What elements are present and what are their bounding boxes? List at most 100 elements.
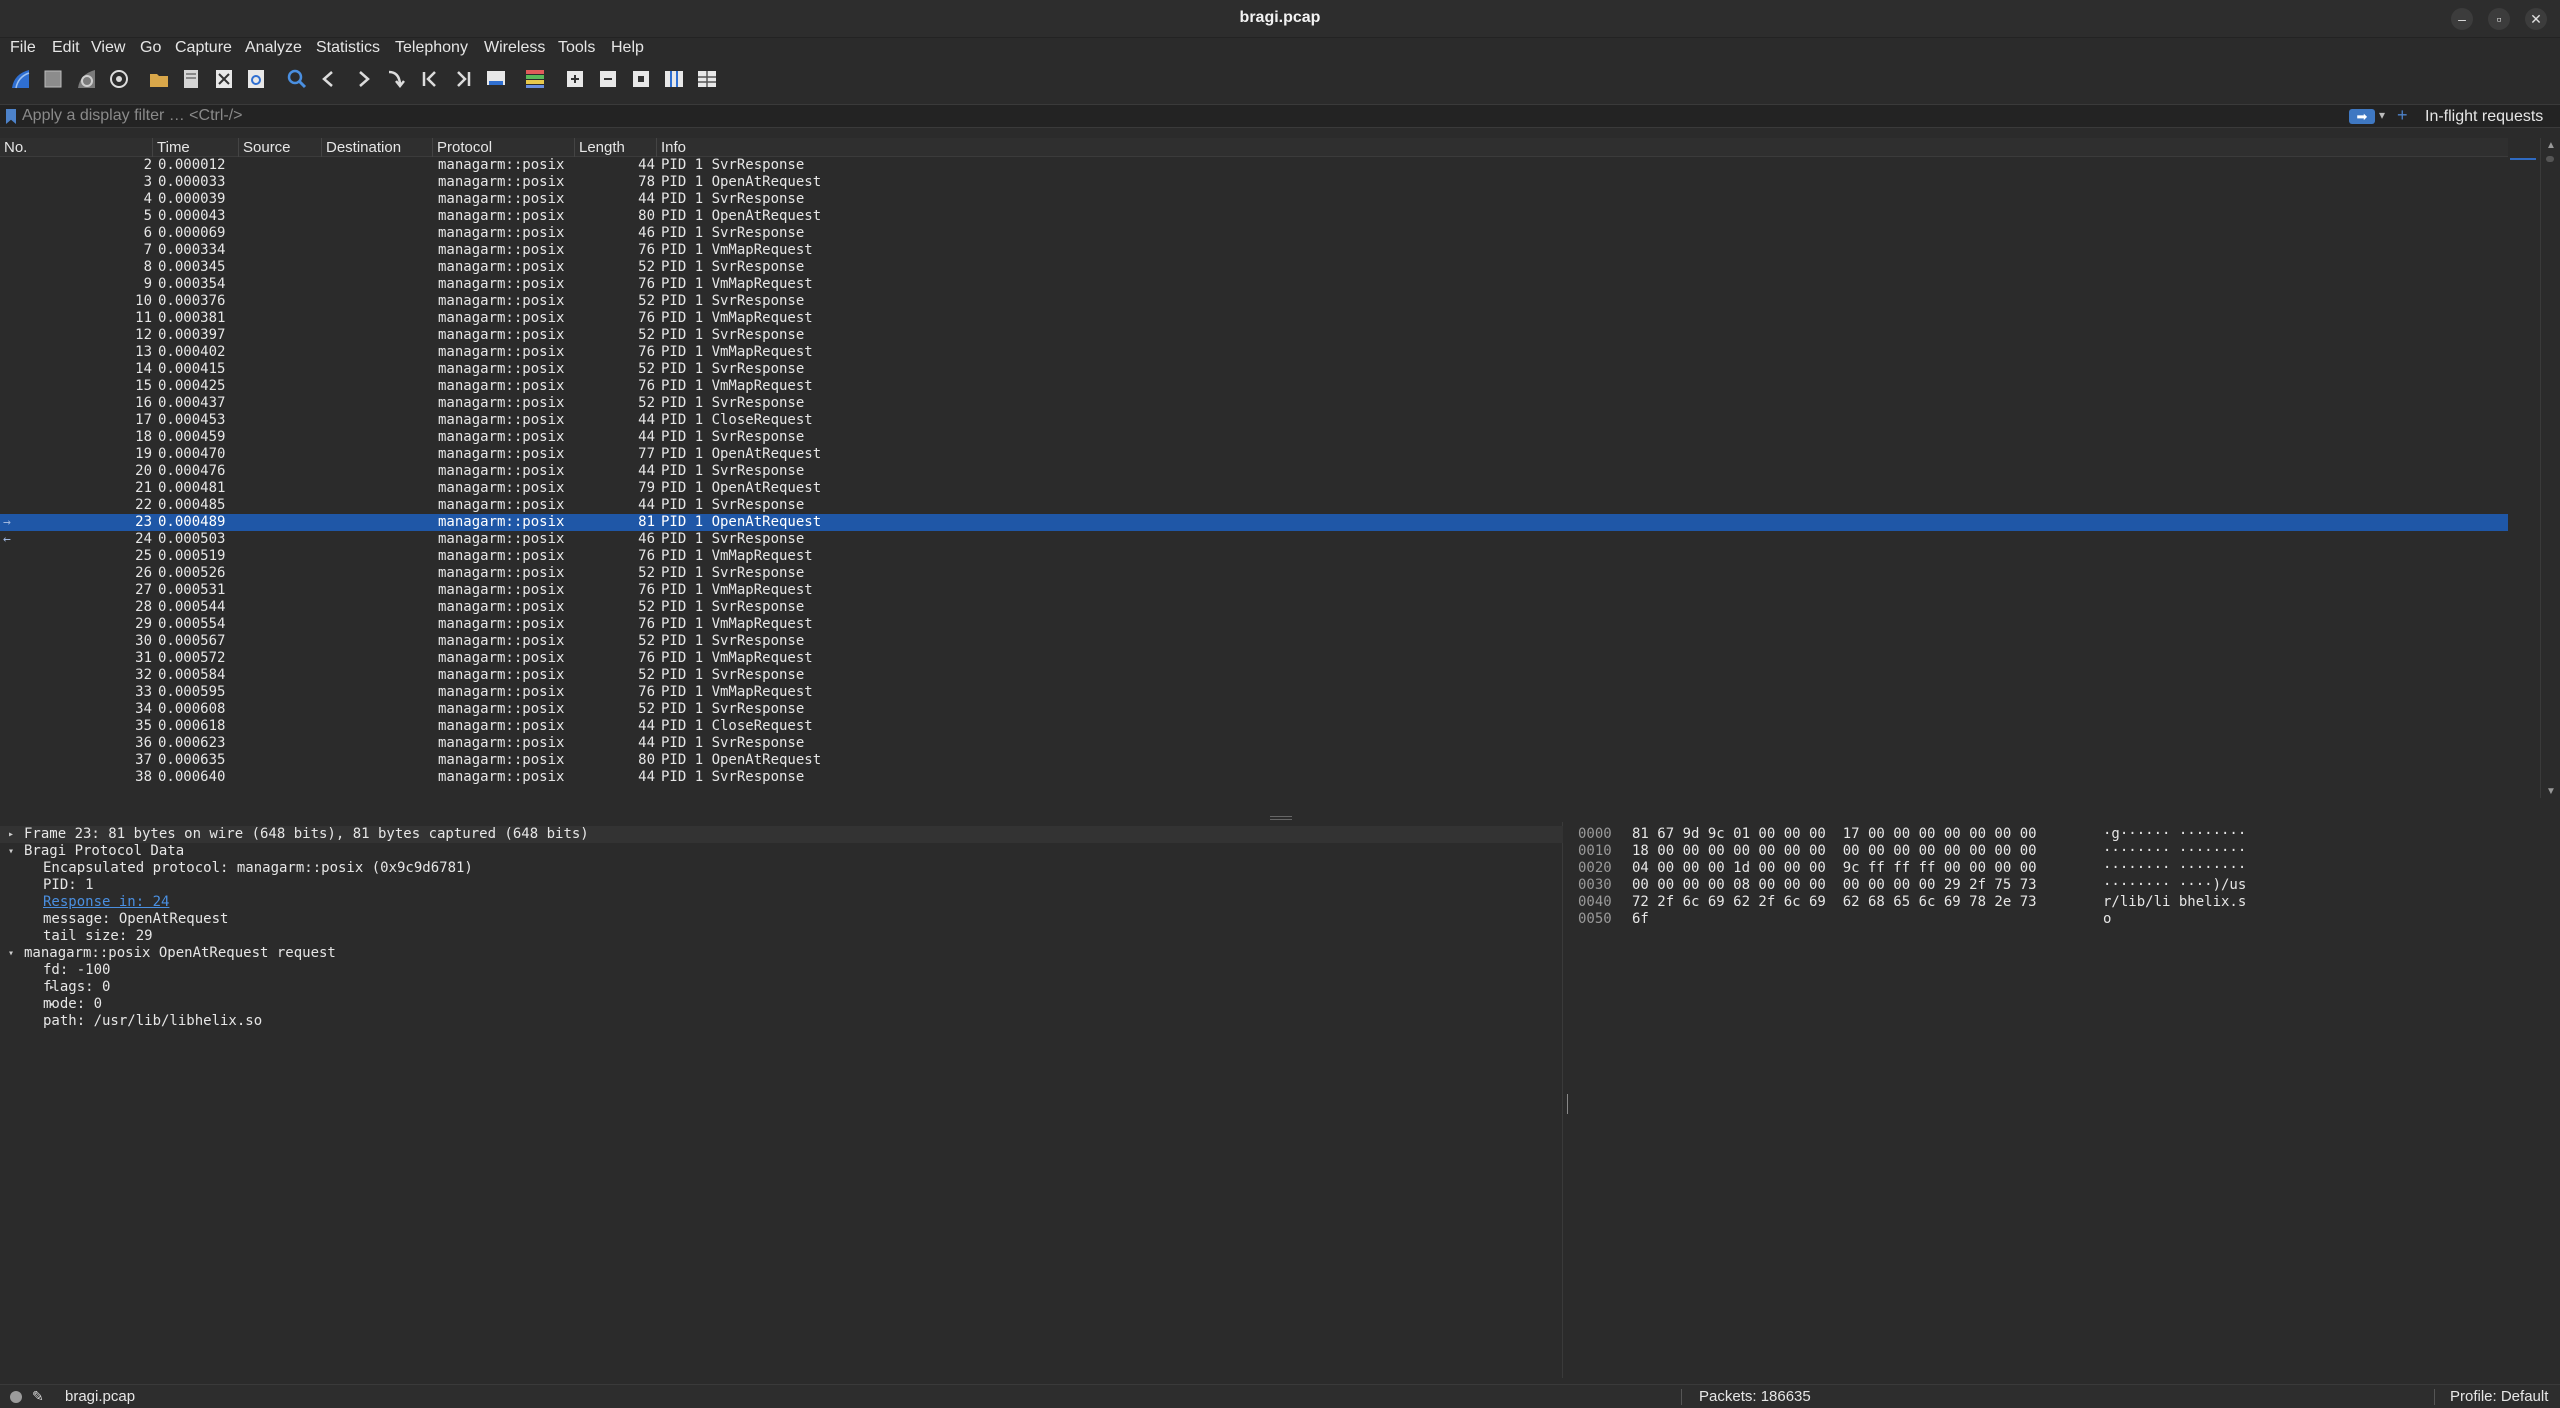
save-file-icon[interactable] <box>178 66 204 92</box>
hex-bytes[interactable]: 81 67 9d 9c 01 00 00 00 17 00 00 00 00 0… <box>1632 826 2037 843</box>
add-filter-button[interactable]: + <box>2397 105 2408 126</box>
detail-tree-item[interactable]: path: /usr/lib/libhelix.so <box>0 1013 1563 1030</box>
menu-help[interactable]: Help <box>611 39 644 57</box>
detail-tree-item[interactable]: message: OpenAtRequest <box>0 911 1563 928</box>
hex-bytes[interactable]: 18 00 00 00 00 00 00 00 00 00 00 00 00 0… <box>1632 843 2037 860</box>
packet-row[interactable]: 17 0.000453 managarm::posix 44 PID 1 CloseRe… <box>0 412 2508 429</box>
column-header-info[interactable]: Info <box>657 138 2508 157</box>
apply-filter-button[interactable]: ➡ <box>2349 109 2375 124</box>
in-flight-requests-button[interactable]: In-flight requests <box>2425 108 2543 126</box>
go-forward-icon[interactable] <box>350 66 376 92</box>
pane-splitter[interactable] <box>0 815 2560 821</box>
splitter-grip[interactable] <box>1270 816 1292 820</box>
packet-row[interactable]: 16 0.000437 managarm::posix 52 PID 1 SvrResp… <box>0 395 2508 412</box>
packet-row[interactable]: ← 24 0.000503 managarm::posix 46 PID 1 SvrRes… <box>0 531 2508 548</box>
packet-row[interactable]: 9 0.000354 managarm::posix 76 PID 1 VmMapReq… <box>0 276 2508 293</box>
packet-row[interactable]: 5 0.000043 managarm::posix 80 PID 1 OpenAtRe… <box>0 208 2508 225</box>
reload-file-icon[interactable] <box>243 66 269 92</box>
find-packet-icon[interactable] <box>284 66 310 92</box>
packet-row[interactable]: 20 0.000476 managarm::posix 44 PID 1 SvrResp… <box>0 463 2508 480</box>
packet-row[interactable]: 32 0.000584 managarm::posix 52 PID 1 SvrResp… <box>0 667 2508 684</box>
packet-row[interactable]: 13 0.000402 managarm::posix 76 PID 1 VmMapRe… <box>0 344 2508 361</box>
menu-view[interactable]: View <box>91 39 125 57</box>
start-capture-icon[interactable] <box>7 66 33 92</box>
menu-statistics[interactable]: Statistics <box>316 39 380 57</box>
normal-size-icon[interactable] <box>628 66 654 92</box>
packet-row[interactable]: 19 0.000470 managarm::posix 77 PID 1 OpenAtR… <box>0 446 2508 463</box>
capture-options-icon[interactable] <box>106 66 132 92</box>
packet-list-vertical-scrollbar[interactable]: ▲ ▼ <box>2540 138 2560 798</box>
capture-comment-icon[interactable]: ✎ <box>32 1388 44 1405</box>
packet-row[interactable]: 12 0.000397 managarm::posix 52 PID 1 SvrResp… <box>0 327 2508 344</box>
close-file-icon[interactable] <box>211 66 237 92</box>
minimize-button[interactable]: – <box>2451 8 2473 30</box>
packet-row[interactable]: 21 0.000481 managarm::posix 79 PID 1 OpenAtR… <box>0 480 2508 497</box>
close-button[interactable]: ✕ <box>2525 8 2547 30</box>
restart-capture-icon[interactable] <box>73 66 99 92</box>
go-to-packet-icon[interactable] <box>383 66 409 92</box>
detail-tree-item[interactable]: PID: 1 <box>0 877 1563 894</box>
menu-capture[interactable]: Capture <box>175 39 232 57</box>
ascii-bytes[interactable]: r/lib/li bhelix.s <box>2103 894 2246 911</box>
expert-info-icon[interactable] <box>10 1391 22 1403</box>
detail-tree-item[interactable]: tail size: 29 <box>0 928 1563 945</box>
menu-wireless[interactable]: Wireless <box>484 39 545 57</box>
filter-history-dropdown[interactable]: ▾ <box>2379 108 2385 122</box>
packet-row[interactable]: 7 0.000334 managarm::posix 76 PID 1 VmMapReq… <box>0 242 2508 259</box>
menu-telephony[interactable]: Telephony <box>395 39 468 57</box>
column-header-no[interactable]: No. <box>0 138 153 157</box>
display-filter-input[interactable] <box>22 106 2342 126</box>
packet-row[interactable]: 28 0.000544 managarm::posix 52 PID 1 SvrResp… <box>0 599 2508 616</box>
packet-row[interactable]: 3 0.000033 managarm::posix 78 PID 1 OpenAtRe… <box>0 174 2508 191</box>
packet-row[interactable]: 35 0.000618 managarm::posix 44 PID 1 CloseRe… <box>0 718 2508 735</box>
detail-tree-item[interactable]: Encapsulated protocol: managarm::posix (… <box>0 860 1563 877</box>
ascii-bytes[interactable]: ········ ····)/us <box>2103 877 2246 894</box>
collapse-icon[interactable]: ▾ <box>8 945 14 962</box>
menu-edit[interactable]: Edit <box>52 39 80 57</box>
zoom-in-icon[interactable] <box>562 66 588 92</box>
packet-row[interactable]: 29 0.000554 managarm::posix 76 PID 1 VmMapRe… <box>0 616 2508 633</box>
packet-row[interactable]: 25 0.000519 managarm::posix 76 PID 1 VmMapRe… <box>0 548 2508 565</box>
packet-row[interactable]: 2 0.000012 managarm::posix 44 PID 1 SvrRespo… <box>0 157 2508 174</box>
open-file-icon[interactable] <box>146 66 172 92</box>
packet-row[interactable]: 22 0.000485 managarm::posix 44 PID 1 SvrResp… <box>0 497 2508 514</box>
column-header-protocol[interactable]: Protocol <box>433 138 575 157</box>
packet-row[interactable]: 31 0.000572 managarm::posix 76 PID 1 VmMapRe… <box>0 650 2508 667</box>
packet-row[interactable]: 10 0.000376 managarm::posix 52 PID 1 SvrResp… <box>0 293 2508 310</box>
ascii-bytes[interactable]: ········ ········ <box>2103 860 2246 877</box>
bytes-divider[interactable] <box>1567 1094 1568 1114</box>
first-packet-icon[interactable] <box>417 66 443 92</box>
ascii-bytes[interactable]: ········ ········ <box>2103 843 2246 860</box>
status-profile[interactable]: Profile: Default <box>2450 1388 2548 1405</box>
ascii-bytes[interactable]: o <box>2103 911 2111 928</box>
detail-tree-item[interactable]: fd: -100 <box>0 962 1563 979</box>
hex-bytes[interactable]: 72 2f 6c 69 62 2f 6c 69 62 68 65 6c 69 7… <box>1632 894 2037 911</box>
packet-row[interactable]: → 23 0.000489 managarm::posix 81 PID 1 OpenAt… <box>0 514 2508 531</box>
packet-row[interactable]: 36 0.000623 managarm::posix 44 PID 1 SvrResp… <box>0 735 2508 752</box>
packet-row[interactable]: 4 0.000039 managarm::posix 44 PID 1 SvrRespo… <box>0 191 2508 208</box>
stop-capture-icon[interactable] <box>40 66 66 92</box>
detail-tree-item[interactable]: ▾ Bragi Protocol Data <box>0 843 1563 860</box>
column-header-source[interactable]: Source <box>239 138 322 157</box>
resize-table-icon[interactable] <box>694 66 720 92</box>
maximize-button[interactable]: ▫ <box>2488 8 2510 30</box>
detail-tree-item[interactable]: Response in: 24 <box>0 894 1563 911</box>
packet-row[interactable]: 8 0.000345 managarm::posix 52 PID 1 SvrRespo… <box>0 259 2508 276</box>
menu-analyze[interactable]: Analyze <box>245 39 302 57</box>
bookmark-icon[interactable] <box>6 109 16 124</box>
zoom-out-icon[interactable] <box>595 66 621 92</box>
packet-row[interactable]: 6 0.000069 managarm::posix 46 PID 1 SvrRespo… <box>0 225 2508 242</box>
detail-tree-item[interactable]: ▾ managarm::posix OpenAtRequest request <box>0 945 1563 962</box>
packet-row[interactable]: 30 0.000567 managarm::posix 52 PID 1 SvrResp… <box>0 633 2508 650</box>
resize-columns-icon[interactable] <box>661 66 687 92</box>
expand-icon[interactable]: ▸ <box>8 826 14 843</box>
scrollbar-thumb[interactable] <box>2546 156 2554 162</box>
menu-file[interactable]: File <box>10 39 36 57</box>
column-header-destination[interactable]: Destination <box>322 138 433 157</box>
collapse-icon[interactable]: ▾ <box>8 843 14 860</box>
packet-row[interactable]: 18 0.000459 managarm::posix 44 PID 1 SvrResp… <box>0 429 2508 446</box>
go-back-icon[interactable] <box>316 66 342 92</box>
scroll-down-icon[interactable]: ▼ <box>2546 786 2556 797</box>
packet-row[interactable]: 34 0.000608 managarm::posix 52 PID 1 SvrResp… <box>0 701 2508 718</box>
packet-row[interactable]: 11 0.000381 managarm::posix 76 PID 1 VmMapRe… <box>0 310 2508 327</box>
